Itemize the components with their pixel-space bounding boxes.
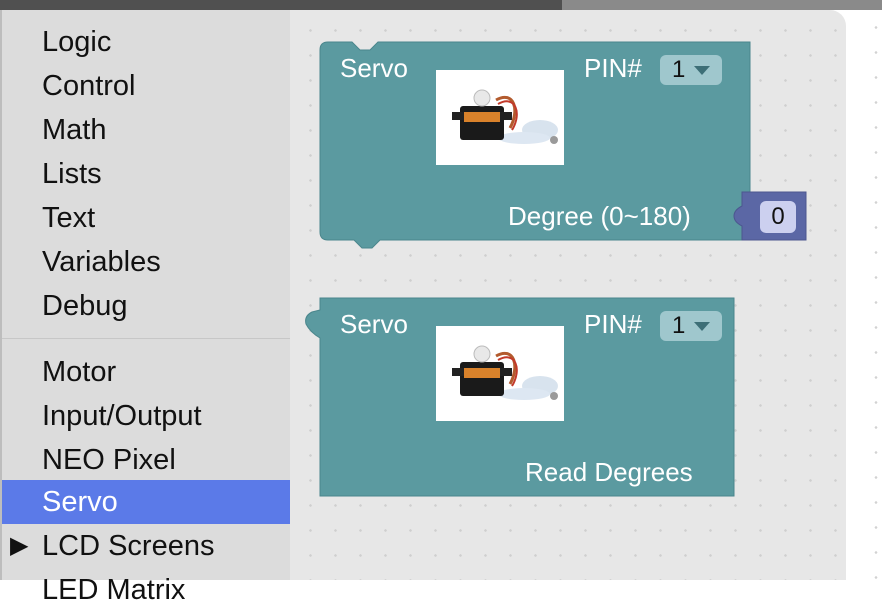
pin-value: 1 — [672, 56, 686, 83]
servo-motor-image — [436, 70, 564, 165]
degree-label: Degree (0~180) — [508, 201, 691, 231]
read-degrees-label: Read Degrees — [525, 457, 693, 487]
pin-value: 1 — [672, 312, 686, 339]
pin-label: PIN# — [584, 309, 642, 339]
chevron-down-icon — [694, 66, 710, 75]
servo-write-title: Servo — [340, 53, 408, 83]
degree-number-field[interactable]: 0 — [760, 201, 796, 233]
servo-read-title: Servo — [340, 309, 408, 339]
pin-dropdown[interactable]: 1 — [660, 55, 722, 85]
pin-label: PIN# — [584, 53, 642, 83]
pin-dropdown[interactable]: 1 — [660, 311, 722, 341]
servo-motor-image — [436, 326, 564, 421]
chevron-down-icon — [694, 322, 710, 331]
